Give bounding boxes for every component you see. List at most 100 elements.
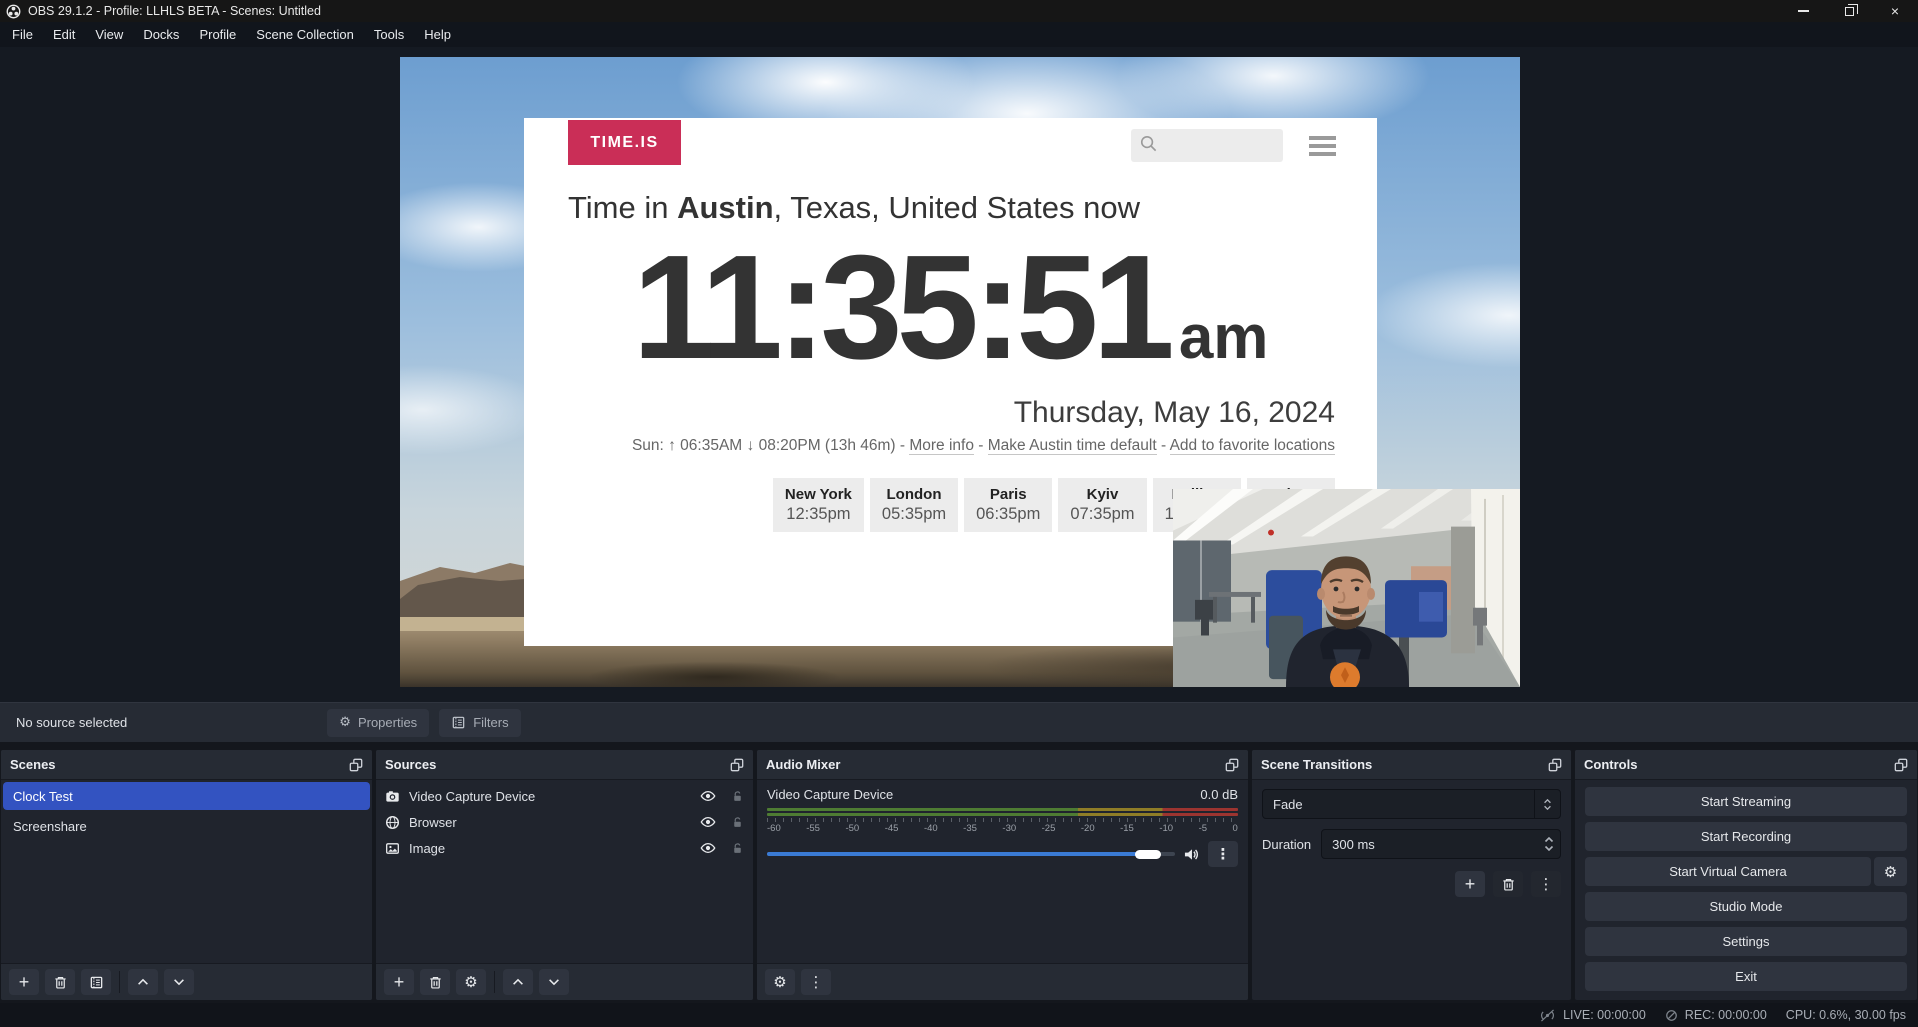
popout-icon[interactable] — [1225, 758, 1239, 772]
source-properties-button[interactable]: ⚙ — [456, 969, 486, 995]
filter-icon — [451, 715, 466, 730]
menu-tools[interactable]: Tools — [364, 22, 414, 47]
spinner-arrows-icon[interactable] — [1538, 837, 1560, 851]
start-streaming-button[interactable]: Start Streaming — [1585, 787, 1907, 816]
lock-icon[interactable] — [731, 790, 744, 803]
make-default-link: Make Austin time default — [988, 437, 1157, 455]
more-info-link: More info — [909, 437, 974, 455]
clock-ampm: am — [1179, 303, 1269, 372]
scene-preview[interactable]: TIME.IS Time in Austin, Texas, United St… — [400, 57, 1520, 687]
settings-button[interactable]: Settings — [1585, 927, 1907, 956]
sun-info: Sun: ↑ 06:35AM ↓ 08:20PM (13h 46m) - Mor… — [524, 437, 1377, 455]
volume-slider-handle[interactable] — [1135, 850, 1161, 859]
mixer-options-button[interactable]: ⋮ — [1208, 841, 1238, 867]
source-item-browser[interactable]: Browser — [376, 809, 753, 835]
remove-source-button[interactable] — [420, 969, 450, 995]
start-virtual-camera-button[interactable]: Start Virtual Camera — [1585, 857, 1871, 886]
menu-view[interactable]: View — [85, 22, 133, 47]
trash-icon — [428, 975, 443, 990]
remove-transition-button[interactable] — [1493, 871, 1523, 897]
virtual-camera-settings-button[interactable]: ⚙ — [1874, 857, 1907, 886]
select-arrows-icon — [1534, 790, 1560, 818]
search-icon — [1139, 134, 1158, 158]
menu-profile[interactable]: Profile — [189, 22, 246, 47]
webcam-source[interactable] — [1173, 489, 1520, 687]
chevron-down-icon — [172, 975, 186, 989]
timeis-clock: 11:35:51am — [524, 234, 1377, 382]
source-item-video-capture[interactable]: Video Capture Device — [376, 783, 753, 809]
db-scale: -60-55-50-45-40-35-30-25-20-15-10-50 — [767, 823, 1238, 834]
restore-button[interactable] — [1826, 0, 1872, 22]
visibility-eye-icon[interactable] — [700, 788, 716, 804]
duration-spinner[interactable]: 300 ms — [1321, 829, 1561, 859]
popout-icon[interactable] — [1548, 758, 1562, 772]
chevron-down-icon — [547, 975, 561, 989]
cpu-fps-stats: CPU: 0.6%, 30.00 fps — [1786, 1008, 1906, 1022]
visibility-eye-icon[interactable] — [700, 840, 716, 856]
studio-mode-button[interactable]: Studio Mode — [1585, 892, 1907, 921]
move-source-up-button[interactable] — [503, 969, 533, 995]
move-scene-down-button[interactable] — [164, 969, 194, 995]
volume-slider[interactable] — [767, 850, 1175, 858]
trash-icon — [1501, 877, 1516, 892]
scenes-title: Scenes — [10, 757, 56, 772]
lock-icon[interactable] — [731, 842, 744, 855]
timeis-heading: Time in Austin, Texas, United States now — [568, 190, 1333, 226]
add-favorite-link: Add to favorite locations — [1170, 437, 1335, 455]
remove-scene-button[interactable] — [45, 969, 75, 995]
timeis-date: Thursday, May 16, 2024 — [524, 396, 1377, 430]
move-scene-up-button[interactable] — [128, 969, 158, 995]
menu-help[interactable]: Help — [414, 22, 461, 47]
exit-button[interactable]: Exit — [1585, 962, 1907, 991]
dock-row: Scenes Clock Test Screenshare + — [0, 742, 1918, 1003]
filter-icon — [89, 975, 104, 990]
no-source-label: No source selected — [16, 715, 127, 730]
start-recording-button[interactable]: Start Recording — [1585, 822, 1907, 851]
gear-icon: ⚙ — [339, 715, 351, 730]
properties-button[interactable]: ⚙ Properties — [327, 709, 429, 737]
source-item-image[interactable]: Image — [376, 835, 753, 861]
lock-icon[interactable] — [731, 816, 744, 829]
audio-mixer-panel: Audio Mixer Video Capture Device 0.0 dB — [757, 750, 1248, 1000]
popout-icon[interactable] — [349, 758, 363, 772]
transition-select[interactable]: Fade — [1262, 789, 1561, 819]
minimize-button[interactable] — [1780, 0, 1826, 22]
title-bar: OBS 29.1.2 - Profile: LLHLS BETA - Scene… — [0, 0, 1918, 22]
sources-title: Sources — [385, 757, 436, 772]
add-transition-button[interactable]: + — [1455, 871, 1485, 897]
window-title: OBS 29.1.2 - Profile: LLHLS BETA - Scene… — [28, 4, 321, 18]
menu-docks[interactable]: Docks — [133, 22, 189, 47]
add-scene-button[interactable]: + — [9, 969, 39, 995]
mixer-db-value: 0.0 dB — [1200, 787, 1238, 802]
menu-edit[interactable]: Edit — [43, 22, 85, 47]
mixer-menu-button[interactable]: ⋮ — [801, 969, 831, 995]
menu-file[interactable]: File — [2, 22, 43, 47]
move-source-down-button[interactable] — [539, 969, 569, 995]
scene-item-screenshare[interactable]: Screenshare — [3, 812, 370, 840]
popout-icon[interactable] — [1894, 758, 1908, 772]
obs-logo-icon — [6, 4, 21, 19]
visibility-eye-icon[interactable] — [700, 814, 716, 830]
scene-filters-button[interactable] — [81, 969, 111, 995]
live-time: LIVE: 00:00:00 — [1563, 1008, 1646, 1022]
scene-item-clock-test[interactable]: Clock Test — [3, 782, 370, 810]
add-source-button[interactable]: + — [384, 969, 414, 995]
city-card: Kyiv07:35pm — [1058, 478, 1146, 532]
filters-button[interactable]: Filters — [439, 709, 520, 737]
record-status-icon — [1665, 1009, 1678, 1022]
globe-icon — [385, 815, 400, 830]
transition-properties-button[interactable]: ⋮ — [1531, 871, 1561, 897]
clock-digits: 11:35:51 — [633, 225, 1169, 390]
stream-status-icon — [1539, 1009, 1556, 1022]
menu-bar: File Edit View Docks Profile Scene Colle… — [0, 22, 1918, 47]
trash-icon — [53, 975, 68, 990]
scenes-panel: Scenes Clock Test Screenshare + — [1, 750, 372, 1000]
close-button[interactable]: × — [1872, 0, 1918, 22]
menu-scene-collection[interactable]: Scene Collection — [246, 22, 364, 47]
timeis-search-box — [1131, 129, 1283, 162]
advanced-audio-button[interactable]: ⚙ — [765, 969, 795, 995]
camera-icon — [385, 789, 400, 804]
popout-icon[interactable] — [730, 758, 744, 772]
rec-time: REC: 00:00:00 — [1685, 1008, 1767, 1022]
speaker-icon[interactable] — [1183, 847, 1200, 862]
